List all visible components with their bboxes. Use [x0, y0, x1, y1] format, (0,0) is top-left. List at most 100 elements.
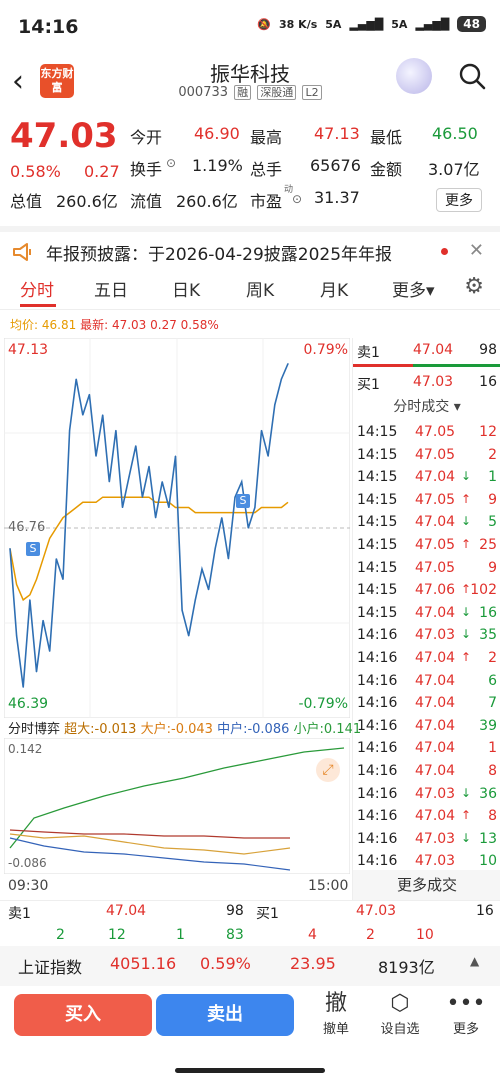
price-point	[260, 429, 263, 432]
trade-price: 47.05	[415, 559, 456, 576]
orders-sell-price: 47.04	[106, 903, 147, 919]
price-point	[214, 547, 216, 550]
trade-direction: ↑	[461, 650, 472, 664]
price-point	[227, 558, 230, 560]
sell1-price: 47.04	[413, 342, 454, 358]
price-point	[201, 568, 203, 570]
pct-bottom-label: -0.79%	[298, 696, 348, 712]
time-start: 09:30	[8, 878, 49, 894]
trade-price: 47.05	[415, 424, 456, 440]
orders-buy-n2: 2	[366, 927, 375, 943]
price-point	[267, 455, 269, 457]
tab-intraday[interactable]: 分时	[20, 276, 54, 301]
trade-row: 14:16 47.04 ↑ 8	[353, 808, 500, 830]
trade-price: 47.04	[415, 469, 456, 486]
turnover-label: 换手	[130, 160, 163, 179]
tab-monthly-k[interactable]: 月K	[320, 276, 348, 301]
buy-bar	[413, 364, 500, 367]
orders-buy-label: 买1	[256, 906, 279, 922]
assistant-robot-icon[interactable]	[396, 58, 432, 94]
pe-info-icon[interactable]: ⊙	[292, 192, 302, 206]
price-point	[29, 599, 31, 601]
chart-tabs: 分时 五日 日K 周K 月K 更多▾ ⚙	[0, 270, 500, 310]
latest-label: 最新:	[80, 318, 109, 332]
settings-gear-icon[interactable]: ⚙	[464, 274, 484, 299]
info-icon[interactable]: ⊙	[166, 156, 176, 170]
price-point	[35, 671, 38, 673]
index-ticker[interactable]: 上证指数 4051.16 0.59% 23.95 8193亿 ▲	[0, 946, 500, 986]
flow-y-top: 0.142	[8, 742, 43, 756]
price-point	[207, 589, 210, 591]
index-value: 4051.16	[110, 954, 177, 973]
price-point	[141, 496, 143, 498]
open-label: 今开	[130, 128, 163, 147]
float-label: 流值	[130, 192, 163, 211]
flow-title[interactable]: 分时博弈	[8, 722, 60, 737]
price-point	[241, 481, 243, 483]
tab-five-day[interactable]: 五日	[94, 276, 128, 301]
notice-bar[interactable]: 年报预披露：于2026-04-29披露2025年年报 ✕	[0, 226, 500, 266]
orderbook-sell1: 卖1 47.04 98	[353, 340, 500, 362]
add-watchlist-label: 设自选	[380, 1022, 420, 1037]
orders-sell-vol: 98	[226, 903, 244, 919]
trade-volume: 13	[479, 830, 497, 847]
tab-weekly-k[interactable]: 周K	[246, 276, 274, 301]
index-change: 23.95	[290, 954, 336, 973]
trade-time: 14:16	[357, 717, 398, 734]
cancel-order-button[interactable]: 撤 撤单	[308, 990, 364, 1037]
hexagon-icon: ⬡	[390, 991, 410, 1016]
trade-row: 14:15 47.06 ↑ 102	[353, 582, 500, 604]
expand-icon[interactable]: ⤢	[316, 758, 340, 782]
trade-time: 14:15	[357, 582, 398, 599]
buy-button[interactable]: 买入	[14, 994, 152, 1036]
float-value: 260.6亿	[176, 192, 238, 211]
sell-button[interactable]: 卖出	[156, 994, 294, 1036]
sell-marker-1[interactable]: S	[26, 542, 40, 556]
trade-row: 14:16 47.04 ↑ 2	[353, 650, 500, 672]
trade-volume: 7	[488, 695, 497, 712]
price-point	[49, 650, 51, 652]
trade-time: 14:15	[357, 491, 398, 508]
trades-panel: 卖1 47.04 98 买1 47.03 16 分时成交 ▾ 14:15 47.0…	[352, 338, 500, 900]
trade-time: 14:16	[357, 830, 398, 847]
more-actions-button[interactable]: ••• 更多	[438, 990, 494, 1037]
trade-volume: 12	[479, 424, 497, 440]
sell-marker-2[interactable]: S	[236, 494, 250, 508]
trade-price: 47.04	[415, 604, 456, 621]
orders-buy-n1: 4	[308, 927, 317, 943]
expand-up-icon[interactable]: ▲	[470, 954, 479, 968]
close-icon[interactable]: ✕	[469, 240, 484, 261]
trades-title[interactable]: 分时成交 ▾	[353, 396, 500, 416]
price-point	[287, 363, 289, 365]
flow-chart-svg	[4, 738, 350, 874]
trade-price: 47.05	[415, 537, 456, 553]
trade-volume: 9	[488, 491, 497, 508]
intraday-chart-svg[interactable]	[4, 338, 350, 718]
sell1-volume: 98	[479, 342, 497, 358]
y-top-label: 47.13	[8, 342, 49, 358]
add-watchlist-button[interactable]: ⬡ 设自选	[372, 990, 428, 1037]
trade-volume: 2	[488, 650, 497, 666]
tab-daily-k[interactable]: 日K	[172, 276, 200, 301]
trade-direction: ↓	[461, 830, 472, 845]
status-time: 14:16	[18, 16, 79, 38]
trade-time: 14:15	[357, 604, 398, 621]
trade-volume: 1	[488, 740, 497, 757]
trade-row: 14:16 47.04 1	[353, 740, 500, 762]
trade-price: 47.06	[415, 582, 456, 599]
trade-time: 14:16	[357, 650, 398, 666]
tab-more[interactable]: 更多▾	[392, 276, 435, 301]
quote-more-button[interactable]: 更多	[436, 188, 482, 212]
time-end: 15:00	[308, 878, 349, 894]
search-icon[interactable]	[458, 62, 486, 90]
trade-time: 14:15	[357, 446, 398, 463]
signal-icon-2: ▂▄▆█	[415, 17, 450, 31]
megaphone-icon	[13, 243, 31, 261]
trade-direction: ↑	[461, 491, 472, 506]
trade-direction: ↓	[461, 604, 472, 619]
active-tab-indicator	[20, 304, 56, 307]
flow-y-bottom: -0.086	[8, 856, 47, 870]
more-trades-button[interactable]: 更多成交	[353, 870, 500, 900]
intraday-chart[interactable]: 47.13 46.76 46.39 0.79% -0.79% S S	[4, 338, 350, 718]
trade-direction: ↓	[461, 469, 472, 484]
